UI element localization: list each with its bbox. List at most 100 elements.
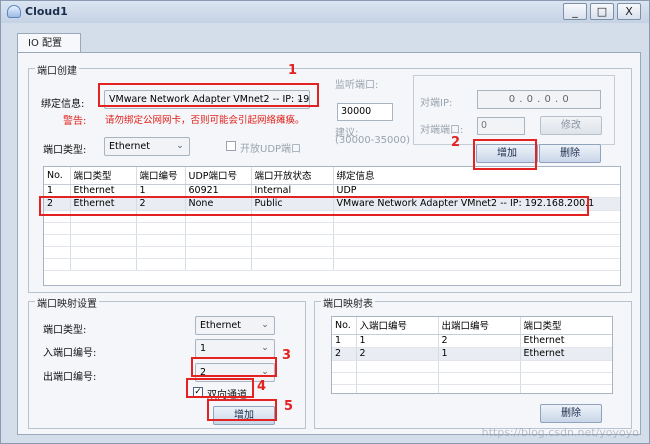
annotation-3: 3	[282, 348, 292, 363]
annotation-5: 5	[284, 399, 294, 414]
table-cell: 2	[332, 347, 357, 361]
empty-cell	[70, 234, 137, 247]
empty-cell	[520, 372, 612, 385]
open-udp-checkbox[interactable]	[226, 141, 236, 151]
table-cell: 1	[356, 334, 439, 348]
chevron-down-icon: ⌄	[176, 141, 184, 151]
empty-cell	[185, 234, 252, 247]
port-table: No. 端口类型 端口编号 UDP端口号 端口开放状态 绑定信息 1 Ethernet 1 60…	[43, 166, 621, 286]
table-row[interactable]: 2 Ethernet 2 None Public VMware Network Adapt…	[44, 197, 620, 211]
table-row[interactable]: 1 1 2 Ethernet	[332, 334, 612, 348]
port-mapping-title: 端口映射设置	[35, 295, 99, 310]
empty-cell	[356, 360, 439, 373]
table-cell: Ethernet	[520, 334, 612, 348]
column-header[interactable]: 端口类型	[520, 317, 612, 335]
empty-cell	[44, 258, 71, 271]
column-header[interactable]: 入端口编号	[356, 317, 439, 335]
out-port-value: 2	[200, 367, 207, 378]
empty-cell	[185, 222, 252, 235]
delete-port-button[interactable]: 删除	[539, 144, 601, 163]
listen-port-label: 监听端口:	[335, 80, 379, 91]
tab-io-config[interactable]: IO 配置	[17, 33, 81, 53]
empty-cell	[136, 210, 186, 223]
column-header[interactable]: 绑定信息	[333, 167, 620, 185]
annotation-4: 4	[257, 379, 267, 394]
in-port-select[interactable]: 1 ⌄	[195, 339, 275, 358]
chevron-down-icon: ⌄	[261, 343, 269, 353]
table-row[interactable]: 2 2 1 Ethernet	[332, 347, 612, 361]
chevron-down-icon: ⌄	[296, 94, 304, 104]
column-header[interactable]: 端口编号	[136, 167, 186, 185]
watermark: https://blog.csdn.net/yoyoyo	[481, 426, 639, 439]
listen-port-input[interactable]: 30000	[337, 103, 393, 121]
empty-row	[332, 372, 612, 385]
mapping-port-type-value: Ethernet	[200, 320, 241, 331]
bind-info-label: 绑定信息:	[41, 99, 85, 110]
empty-cell	[333, 234, 620, 247]
port-type-value: Ethernet	[109, 141, 150, 152]
column-header[interactable]: 出端口编号	[438, 317, 521, 335]
in-port-value: 1	[200, 343, 207, 354]
empty-cell	[520, 360, 612, 373]
table-cell: 2	[136, 197, 186, 211]
empty-cell	[70, 210, 137, 223]
table-cell: None	[185, 197, 252, 211]
add-mapping-button[interactable]: 增加	[213, 406, 275, 425]
peer-port-label: 对端端口:	[420, 125, 464, 136]
cloud1-window: Cloud1 _ □ X IO 配置 端口创建 绑定信息: VMware Net…	[0, 0, 650, 444]
bind-info-select[interactable]: VMware Network Adapter VMnet2 -- IP: 192…	[104, 90, 310, 109]
close-button[interactable]: X	[617, 3, 641, 20]
empty-cell	[251, 234, 334, 247]
in-port-label: 入端口编号:	[43, 348, 97, 359]
table-row[interactable]: 1 Ethernet 1 60921 Internal UDP	[44, 184, 620, 198]
add-port-button[interactable]: 增加	[476, 144, 538, 163]
empty-cell	[251, 222, 334, 235]
bidirectional-checkbox[interactable]: ✓	[193, 387, 203, 397]
empty-cell	[44, 210, 71, 223]
modify-button[interactable]: 修改	[540, 116, 602, 135]
mapping-table: No. 入端口编号 出端口编号 端口类型 1 1 2 Ethernet 2 2 1 Ethernet	[331, 316, 613, 394]
empty-cell	[185, 258, 252, 271]
suggest-range: (30000-35000)	[335, 135, 411, 146]
maximize-button[interactable]: □	[590, 3, 614, 20]
empty-cell	[251, 258, 334, 271]
empty-cell	[136, 246, 186, 259]
column-header[interactable]: 端口类型	[70, 167, 137, 185]
peer-ip-label: 对端IP:	[420, 98, 453, 109]
empty-cell	[185, 246, 252, 259]
empty-cell	[44, 246, 71, 259]
title-bar: Cloud1 _ □ X	[1, 1, 649, 23]
column-header[interactable]: UDP端口号	[185, 167, 252, 185]
empty-cell	[70, 246, 137, 259]
column-header[interactable]: No.	[332, 317, 357, 335]
empty-cell	[333, 222, 620, 235]
table-cell: 1	[332, 334, 357, 348]
empty-cell	[356, 384, 439, 393]
port-mapping-group: 端口映射设置 端口类型: Ethernet ⌄ 入端口编号: 1 ⌄ 出端口编号…	[28, 295, 306, 429]
table-cell: 1	[44, 184, 71, 198]
table-cell: 2	[356, 347, 439, 361]
port-type-select[interactable]: Ethernet ⌄	[104, 137, 190, 156]
window-title: Cloud1	[25, 5, 68, 18]
empty-cell	[333, 210, 620, 223]
delete-mapping-button[interactable]: 删除	[540, 404, 602, 423]
table-cell: UDP	[333, 184, 620, 198]
empty-row	[44, 234, 620, 247]
empty-cell	[251, 210, 334, 223]
peer-ip-input[interactable]: 0 . 0 . 0 . 0	[477, 90, 601, 109]
empty-cell	[136, 234, 186, 247]
table-cell: Ethernet	[70, 184, 137, 198]
empty-cell	[332, 360, 357, 373]
minimize-button[interactable]: _	[563, 3, 587, 20]
mapping-port-type-select[interactable]: Ethernet ⌄	[195, 316, 275, 335]
empty-cell	[356, 372, 439, 385]
empty-cell	[136, 258, 186, 271]
empty-cell	[333, 246, 620, 259]
column-header[interactable]: 端口开放状态	[251, 167, 334, 185]
annotation-2: 2	[451, 135, 461, 150]
empty-cell	[438, 384, 521, 393]
peer-port-input[interactable]: 0	[477, 117, 525, 135]
column-header[interactable]: No.	[44, 167, 71, 185]
mapping-table-group: 端口映射表 No. 入端口编号 出端口编号 端口类型 1 1 2 Ethernet 2 2 1 Et…	[314, 295, 632, 429]
chevron-down-icon: ⌄	[261, 320, 269, 330]
